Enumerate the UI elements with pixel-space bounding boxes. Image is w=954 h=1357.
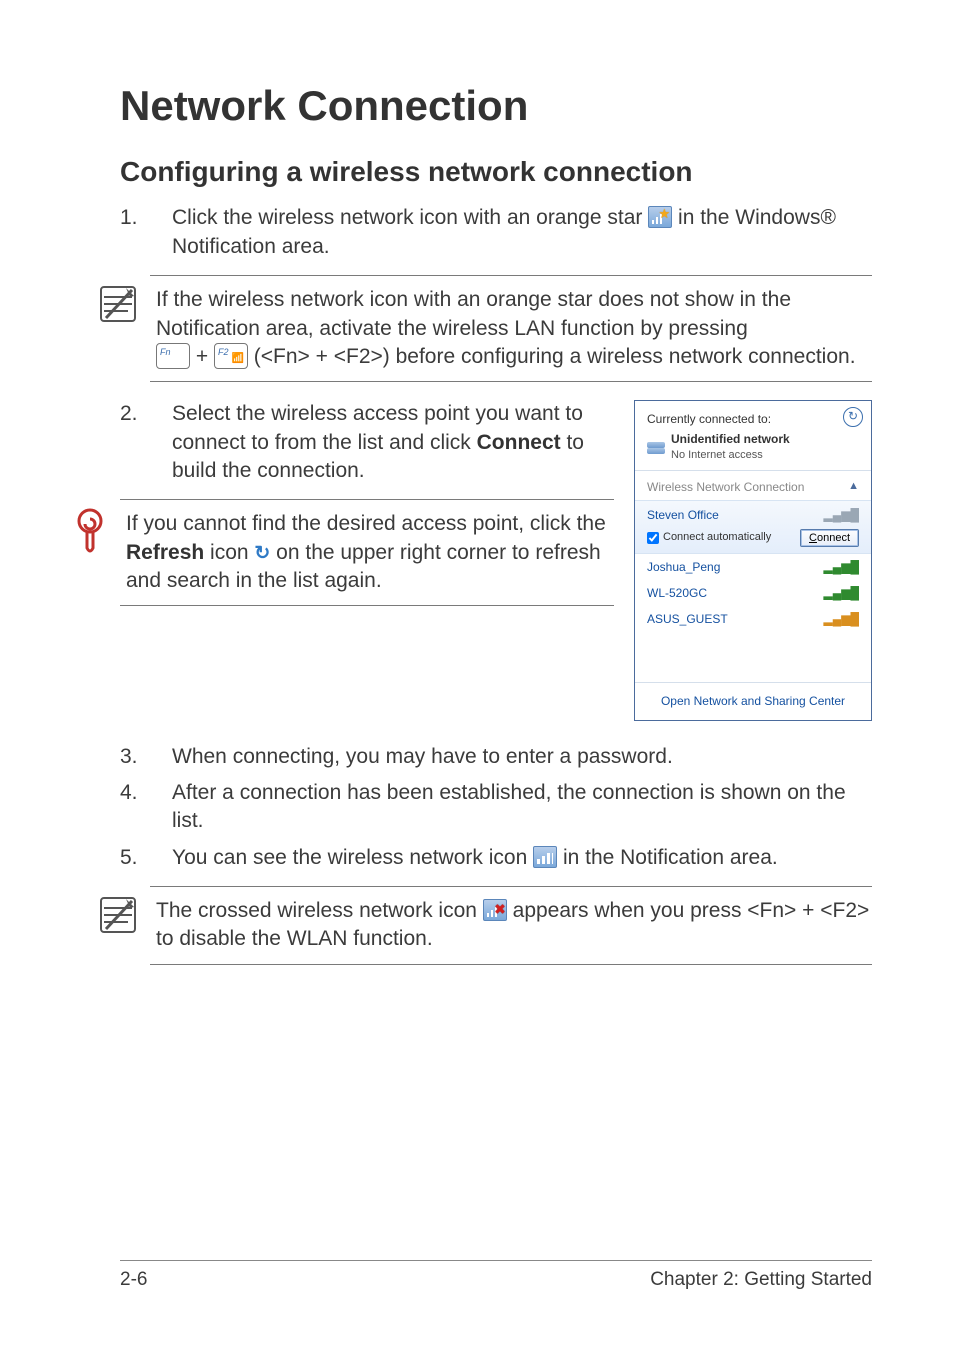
f2-key-icon: F2📶	[214, 343, 248, 369]
note-box-1: If the wireless network icon with an ora…	[150, 275, 872, 382]
refresh-icon: ↻	[254, 543, 270, 564]
bold: Refresh	[126, 541, 204, 564]
step-2: 2. Select the wireless access point you …	[120, 400, 614, 485]
wifi-name: Steven Office	[647, 507, 719, 523]
text: The crossed wireless network icon	[156, 899, 483, 922]
note-box-2: The crossed wireless network icon appear…	[150, 886, 872, 965]
signal-icon: ▂▄▆█	[824, 611, 859, 627]
wifi-item-selected[interactable]: Steven Office ▂▄▆█ Connect automatically…	[635, 500, 871, 554]
page-footer: 2-6 Chapter 2: Getting Started	[120, 1260, 872, 1293]
step-body: Click the wireless network icon with an …	[172, 204, 872, 261]
step-number: 5.	[120, 844, 172, 872]
signal-icon: ▂▄▆█	[824, 585, 859, 601]
open-network-center-link[interactable]: Open Network and Sharing Center	[635, 682, 871, 719]
connect-button[interactable]: Connect	[800, 529, 859, 547]
popup-header: Currently connected to: Unidentified net…	[635, 401, 871, 471]
text: Click the wireless network icon with an …	[172, 206, 648, 229]
wifi-item[interactable]: WL-520GC ▂▄▆█	[635, 580, 871, 606]
text: +	[196, 345, 214, 368]
wifi-item[interactable]: ASUS_GUEST ▂▄▆█	[635, 606, 871, 632]
section-title: Configuring a wireless network connectio…	[120, 153, 872, 191]
step-3: 3. When connecting, you may have to ente…	[120, 743, 872, 771]
network-icon	[647, 440, 665, 454]
note-icon	[98, 284, 138, 324]
step-body: When connecting, you may have to enter a…	[172, 743, 872, 771]
tip-icon	[72, 508, 108, 556]
note-body: If the wireless network icon with an ora…	[150, 286, 872, 371]
wireless-section-label: Wireless Network Connection ▲	[635, 471, 871, 499]
wifi-name: ASUS_GUEST	[647, 611, 728, 627]
chevron-up-icon[interactable]: ▲	[848, 479, 859, 494]
note-icon	[98, 895, 138, 935]
tip-box: If you cannot find the desired access po…	[120, 499, 614, 606]
step-number: 2.	[120, 400, 172, 485]
note-body: The crossed wireless network icon appear…	[150, 897, 872, 954]
page-title: Network Connection	[120, 78, 872, 135]
step-number: 1.	[120, 204, 172, 261]
step-1: 1. Click the wireless network icon with …	[120, 204, 872, 261]
wifi-name: WL-520GC	[647, 585, 707, 601]
connect-auto-input[interactable]	[647, 532, 659, 544]
step-5: 5. You can see the wireless network icon…	[120, 844, 872, 872]
wifi-item[interactable]: Joshua_Peng ▂▄▆█	[635, 554, 871, 580]
step-4: 4. After a connection has been establish…	[120, 779, 872, 836]
step-number: 3.	[120, 743, 172, 771]
current-network: Unidentified network No Internet access	[647, 431, 861, 462]
signal-icon: ▂▄▆█	[824, 559, 859, 575]
step-body: Select the wireless access point you wan…	[172, 400, 614, 485]
text: If you cannot find the desired access po…	[126, 512, 606, 535]
text: in the Notification area.	[563, 846, 778, 869]
step-number: 4.	[120, 779, 172, 836]
signal-icon: ▂▄▆█	[824, 507, 859, 523]
bold: Connect	[477, 431, 561, 454]
step-body: You can see the wireless network icon in…	[172, 844, 872, 872]
text: If the wireless network icon with an ora…	[156, 288, 791, 339]
wifi-popup: Currently connected to: Unidentified net…	[634, 400, 872, 720]
step-body: After a connection has been established,…	[172, 779, 872, 836]
wifi-name: Joshua_Peng	[647, 559, 720, 575]
chapter-label: Chapter 2: Getting Started	[650, 1267, 872, 1293]
wireless-star-icon	[648, 206, 672, 228]
wireless-bars-icon	[533, 846, 557, 868]
text: (<Fn> + <F2>) before configuring a wirel…	[254, 345, 856, 368]
no-access-label: No Internet access	[671, 448, 790, 463]
page-number: 2-6	[120, 1267, 147, 1293]
currently-connected-label: Currently connected to:	[647, 411, 861, 427]
text: icon	[204, 541, 254, 564]
unidentified-label: Unidentified network	[671, 431, 790, 447]
connect-auto-checkbox[interactable]: Connect automatically	[647, 530, 771, 545]
wireless-disabled-icon	[483, 899, 507, 921]
fn-key-icon: Fn	[156, 343, 190, 369]
text: You can see the wireless network icon	[172, 846, 533, 869]
